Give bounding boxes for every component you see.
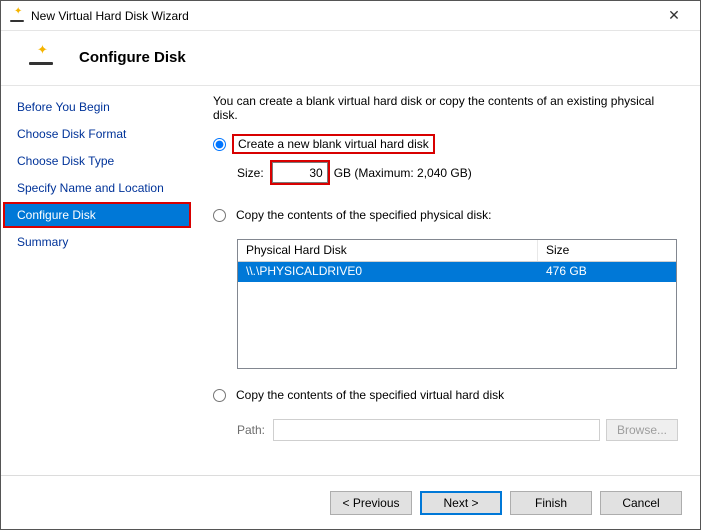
- size-row: Size: GB (Maximum: 2,040 GB): [237, 162, 678, 183]
- cell-disk: \\.\PHYSICALDRIVE0: [238, 262, 538, 282]
- radio-copy-vhd[interactable]: [213, 389, 226, 402]
- radio-copy-physical-label[interactable]: Copy the contents of the specified physi…: [232, 207, 495, 223]
- size-label: Size:: [237, 166, 264, 180]
- step-summary[interactable]: Summary: [3, 229, 191, 255]
- step-configure-disk[interactable]: Configure Disk: [3, 202, 191, 228]
- step-choose-disk-type[interactable]: Choose Disk Type: [3, 148, 191, 174]
- next-button[interactable]: Next >: [420, 491, 502, 515]
- radio-copy-physical[interactable]: [213, 209, 226, 222]
- size-input[interactable]: [272, 162, 328, 183]
- disk-icon: [27, 47, 55, 67]
- titlebar: New Virtual Hard Disk Wizard ✕: [1, 1, 700, 31]
- cancel-button[interactable]: Cancel: [600, 491, 682, 515]
- path-label: Path:: [237, 423, 273, 437]
- close-button[interactable]: ✕: [654, 2, 694, 30]
- step-choose-disk-format[interactable]: Choose Disk Format: [3, 121, 191, 147]
- path-input: [273, 419, 600, 441]
- wizard-window: New Virtual Hard Disk Wizard ✕ Configure…: [0, 0, 701, 530]
- previous-button[interactable]: < Previous: [330, 491, 412, 515]
- footer: < Previous Next > Finish Cancel: [1, 475, 700, 529]
- page-header: Configure Disk: [1, 31, 700, 85]
- intro-text: You can create a blank virtual hard disk…: [213, 94, 678, 122]
- radio-create-blank-label[interactable]: Create a new blank virtual hard disk: [232, 134, 435, 154]
- window-title: New Virtual Hard Disk Wizard: [31, 9, 654, 23]
- wizard-steps: Before You Begin Choose Disk Format Choo…: [1, 86, 193, 475]
- radio-copy-vhd-label[interactable]: Copy the contents of the specified virtu…: [232, 387, 508, 403]
- finish-button[interactable]: Finish: [510, 491, 592, 515]
- main-panel: You can create a blank virtual hard disk…: [193, 86, 700, 475]
- option-physical-row: Copy the contents of the specified physi…: [213, 207, 678, 223]
- browse-button: Browse...: [606, 419, 678, 441]
- table-header: Physical Hard Disk Size: [238, 240, 676, 262]
- step-before-you-begin[interactable]: Before You Begin: [3, 94, 191, 120]
- page-title: Configure Disk: [79, 49, 186, 66]
- body: Before You Begin Choose Disk Format Choo…: [1, 85, 700, 475]
- path-row: Path: Browse...: [237, 419, 678, 441]
- physical-disk-table: Physical Hard Disk Size \\.\PHYSICALDRIV…: [237, 239, 677, 369]
- table-row[interactable]: \\.\PHYSICALDRIVE0 476 GB: [238, 262, 676, 282]
- option-blank-row: Create a new blank virtual hard disk: [213, 136, 678, 152]
- cell-size: 476 GB: [538, 262, 676, 282]
- radio-create-blank[interactable]: [213, 138, 226, 151]
- option-vhd-row: Copy the contents of the specified virtu…: [213, 387, 678, 403]
- step-specify-name-location[interactable]: Specify Name and Location: [3, 175, 191, 201]
- wizard-icon: [9, 8, 25, 24]
- col-disk[interactable]: Physical Hard Disk: [238, 240, 538, 261]
- size-unit-text: GB (Maximum: 2,040 GB): [334, 166, 472, 180]
- col-size[interactable]: Size: [538, 240, 676, 261]
